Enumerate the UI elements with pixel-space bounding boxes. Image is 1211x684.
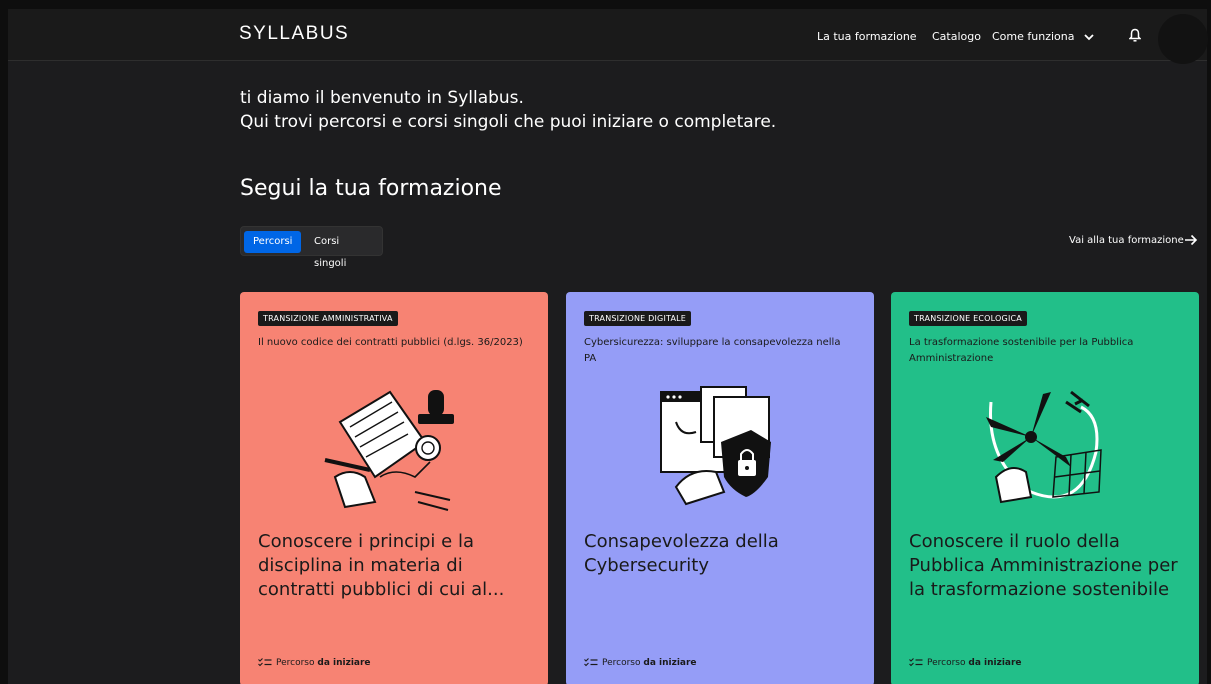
nav-dropdown-label: Come funziona <box>992 30 1075 43</box>
nav-link-la-tua-formazione[interactable]: La tua formazione <box>817 30 917 43</box>
arrow-right-icon[interactable] <box>1184 234 1198 246</box>
nav-dropdown-come-funziona[interactable]: Come funziona <box>992 30 1094 43</box>
cybersecurity-illustration <box>660 386 771 506</box>
status-prefix: Percorso <box>602 658 641 668</box>
welcome-line-1: ti diamo il benvenuto in Syllabus. <box>240 88 524 108</box>
category-badge: TRANSIZIONE ECOLOGICA <box>909 311 1027 326</box>
status-prefix: Percorso <box>927 658 966 668</box>
checklist-icon <box>909 658 923 667</box>
checklist-icon <box>584 658 598 667</box>
category-badge: TRANSIZIONE AMMINISTRATIVA <box>258 311 398 326</box>
card-title[interactable]: Consapevolezza della Cybersecurity <box>584 530 864 578</box>
course-card-ecological[interactable]: TRANSIZIONE ECOLOGICA La trasformazione … <box>891 292 1199 684</box>
card-subtitle: Cybersicurezza: sviluppare la consapevol… <box>584 337 841 364</box>
window-frame-right <box>1207 0 1211 684</box>
syllabus-logo[interactable]: SYLLABUS <box>239 23 349 45</box>
training-type-tabs: Percorsi Corsi singoli <box>240 226 383 269</box>
card-status: Percorso da iniziare <box>258 658 371 668</box>
user-avatar[interactable] <box>1158 14 1208 64</box>
category-badge: TRANSIZIONE DIGITALE <box>584 311 692 326</box>
sustainable-energy-illustration <box>986 390 1102 504</box>
card-title[interactable]: Conoscere il ruolo della Pubblica Ammini… <box>909 530 1189 602</box>
bell-icon[interactable] <box>1129 28 1141 42</box>
status-value: da iniziare <box>643 658 697 668</box>
checklist-icon <box>258 658 272 667</box>
tab-percorsi[interactable]: Percorsi <box>244 231 302 253</box>
card-status: Percorso da iniziare <box>909 658 1022 668</box>
nav-link-catalogo[interactable]: Catalogo <box>932 30 981 43</box>
section-title: Segui la tua formazione <box>240 176 502 201</box>
top-navbar: SYLLABUS La tua formazione Catalogo Come… <box>8 9 1208 64</box>
welcome-line-2: Qui trovi percorsi e corsi singoli che p… <box>240 112 777 132</box>
card-subtitle: La trasformazione sostenibile per la Pub… <box>909 337 1134 364</box>
go-to-training-link[interactable]: Vai alla tua formazione <box>1069 235 1184 246</box>
chevron-down-icon <box>1084 33 1094 40</box>
welcome-message: ti diamo il benvenuto in Syllabus. Qui t… <box>240 86 776 134</box>
window-frame-left <box>0 0 8 684</box>
course-card-administrative[interactable]: TRANSIZIONE AMMINISTRATIVA Il nuovo codi… <box>240 292 548 684</box>
card-status: Percorso da iniziare <box>584 658 697 668</box>
contract-signing-illustration <box>324 390 454 511</box>
card-title[interactable]: Conoscere i principi e la disciplina in … <box>258 530 538 602</box>
window-frame-top <box>0 0 1211 9</box>
course-card-digital[interactable]: TRANSIZIONE DIGITALE Cybersicurezza: svi… <box>566 292 874 684</box>
status-value: da iniziare <box>317 658 371 668</box>
tab-corsi-singoli[interactable]: Corsi singoli <box>305 231 382 269</box>
card-subtitle: Il nuovo codice dei contratti pubblici (… <box>258 337 523 348</box>
status-prefix: Percorso <box>276 658 315 668</box>
status-value: da iniziare <box>968 658 1022 668</box>
